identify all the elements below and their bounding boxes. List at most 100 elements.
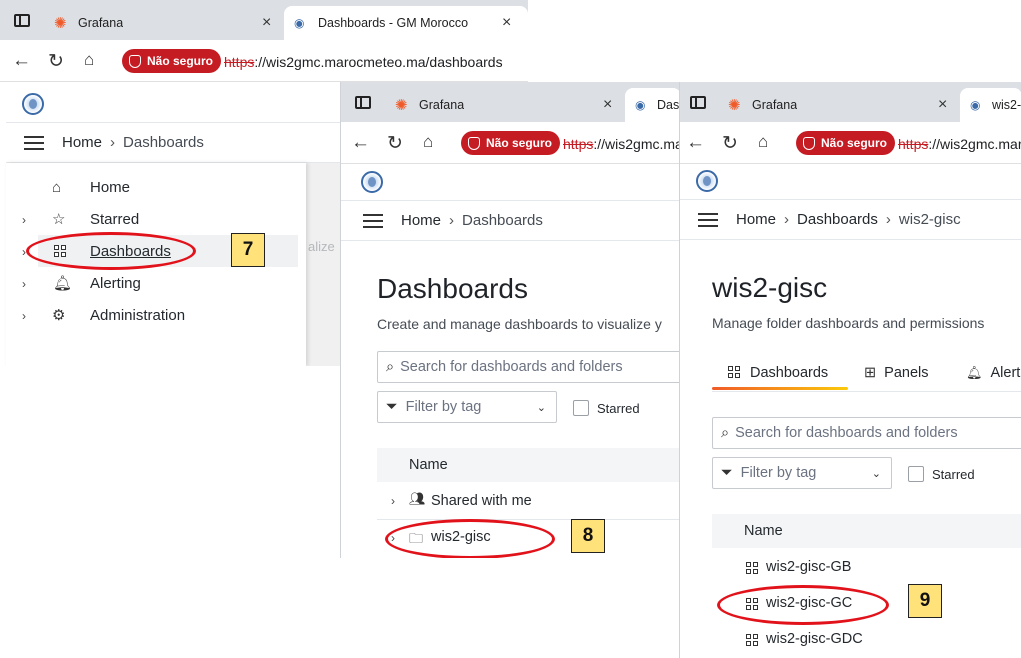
home-icon[interactable]: ⌂ [84,50,94,70]
tab-panels[interactable]: ⊞ Panels [864,365,929,381]
not-secure-badge[interactable]: Não seguro [796,131,896,155]
column-name-header[interactable]: Name [409,457,448,473]
bell-icon: 🔔︎ [53,275,73,292]
close-icon[interactable]: × [502,14,511,32]
menu-icon[interactable] [363,214,383,228]
filter-placeholder: Filter by tag [405,399,482,415]
browser-tab-grafana[interactable]: ✺ Grafana × [44,6,280,40]
url-path: ://wis2gmc.ma [593,136,680,152]
step-number-badge: 8 [571,519,605,553]
divider [712,391,1021,392]
breadcrumb-dashboards[interactable]: Dashboards [797,211,878,228]
url-text[interactable]: https://wis2gmc.ma [563,136,680,152]
browser-tab-folder[interactable]: ◉ wis2-g [960,88,1021,122]
back-arrow-icon[interactable]: ← [351,132,370,154]
home-icon: ⌂ [52,179,62,196]
search-placeholder: Search for dashboards and folders [735,425,958,441]
window-icon[interactable] [14,14,30,27]
security-label: Não seguro [486,136,553,150]
close-icon[interactable]: × [262,14,271,32]
divider [680,199,1021,200]
list-item[interactable]: Shared with me [431,493,532,509]
column-name-header[interactable]: Name [744,523,783,539]
browser-tab-grafana[interactable]: ✺ Grafana × [718,88,956,122]
breadcrumb-home[interactable]: Home [736,211,776,228]
breadcrumb-home[interactable]: Home [401,212,441,229]
starred-checkbox[interactable] [573,400,589,416]
filter-by-tag-select[interactable]: ⏷ Filter by tag ⌄ [377,391,557,423]
tab-title: Grafana [78,16,124,30]
grafana-logo-icon: ✺ [54,15,67,32]
chevron-right-icon[interactable]: › [22,277,26,291]
back-arrow-icon[interactable]: ← [686,132,705,154]
home-icon[interactable]: ⌂ [758,132,768,152]
shield-icon [129,54,141,68]
breadcrumb-current: wis2-gisc [898,211,961,228]
tab-title: Dash [657,98,680,112]
faded-text: alize [308,239,335,254]
browser-tab-strip: ✺ Grafana × ◉ Dashboards - GM Morocco × [0,0,528,40]
table-header: Name [712,514,1021,548]
search-input[interactable]: ⌕ Search for dashboards and folders [377,351,680,383]
back-arrow-icon[interactable]: ← [12,50,31,72]
window-icon[interactable] [355,96,371,109]
starred-label: Starred [597,401,640,416]
chevron-down-icon: ⌄ [536,401,546,414]
chevron-right-icon[interactable]: › [22,213,26,227]
tab-dashboards[interactable]: Dashboards [728,365,828,381]
chevron-down-icon: ⌄ [871,467,881,480]
breadcrumb-home[interactable]: Home [62,134,102,151]
browser-tab-dashboards[interactable]: ◉ Dashboards - GM Morocco × [284,6,528,40]
home-icon[interactable]: ⌂ [423,132,433,152]
tab-alert[interactable]: 🔔︎ Alert [966,365,1020,381]
divider [341,200,680,201]
annotation-circle [717,585,889,625]
breadcrumb: Home › Dashboards › wis2-gisc [736,211,961,228]
close-icon[interactable]: × [938,96,947,114]
window-icon[interactable] [690,96,706,109]
browser-tab-grafana[interactable]: ✺ Grafana × [385,88,621,122]
wmo-favicon-icon: ◉ [970,98,981,112]
reload-icon[interactable]: ↻ [387,132,403,155]
gear-icon: ⚙ [52,307,66,324]
tag-icon: ⏷ [721,465,733,481]
tab-title: wis2-g [992,98,1021,112]
chevron-right-icon[interactable]: › [22,309,26,323]
url-text[interactable]: https://wis2gmc.marocmeteo.ma/dashboards [224,54,503,70]
menu-item-home[interactable]: Home [90,179,130,196]
grid-icon [746,562,758,574]
wmo-favicon-icon: ◉ [294,16,305,30]
page-subtitle: Manage folder dashboards and permissions [712,315,985,331]
annotation-circle [26,232,196,270]
menu-item-administration[interactable]: Administration [90,307,185,324]
wmo-logo-icon[interactable] [22,93,44,115]
browser-tab-dashboards[interactable]: ◉ Dash [625,88,680,122]
filter-by-tag-select[interactable]: ⏷ Filter by tag ⌄ [712,457,892,489]
menu-item-alerting[interactable]: Alerting [90,275,141,292]
starred-checkbox[interactable] [908,466,924,482]
list-item[interactable]: wis2-gisc-GB [766,559,851,575]
menu-icon[interactable] [698,213,718,227]
address-bar: ← ↻ ⌂ Não seguro https://wis2gmc.ma [341,122,680,164]
close-icon[interactable]: × [603,96,612,114]
wmo-logo-icon[interactable] [696,170,718,192]
chevron-right-icon[interactable]: › [391,494,395,508]
breadcrumb-current: Dashboards [462,212,543,229]
search-input[interactable]: ⌕ Search for dashboards and folders [712,417,1021,449]
list-item[interactable]: wis2-gisc-GDC [766,631,863,647]
url-text[interactable]: https://wis2gmc.mar [898,136,1021,152]
browser-tab-strip: ✺ Grafana × ◉ Dash [341,82,680,122]
search-icon: ⌕ [386,359,395,375]
reload-icon[interactable]: ↻ [722,132,738,155]
table-header: Name [377,448,680,482]
wmo-logo-icon[interactable] [361,171,383,193]
grid-icon [728,366,740,378]
reload-icon[interactable]: ↻ [48,50,64,73]
not-secure-badge[interactable]: Não seguro [461,131,561,155]
grafana-logo-icon: ✺ [728,97,741,114]
not-secure-badge[interactable]: Não seguro [122,49,222,73]
menu-item-starred[interactable]: Starred [90,211,139,228]
browser-tab-strip: ✺ Grafana × ◉ wis2-g [680,82,1021,122]
menu-icon[interactable] [24,136,44,150]
url-path: ://wis2gmc.marocmeteo.ma/dashboards [254,54,503,70]
